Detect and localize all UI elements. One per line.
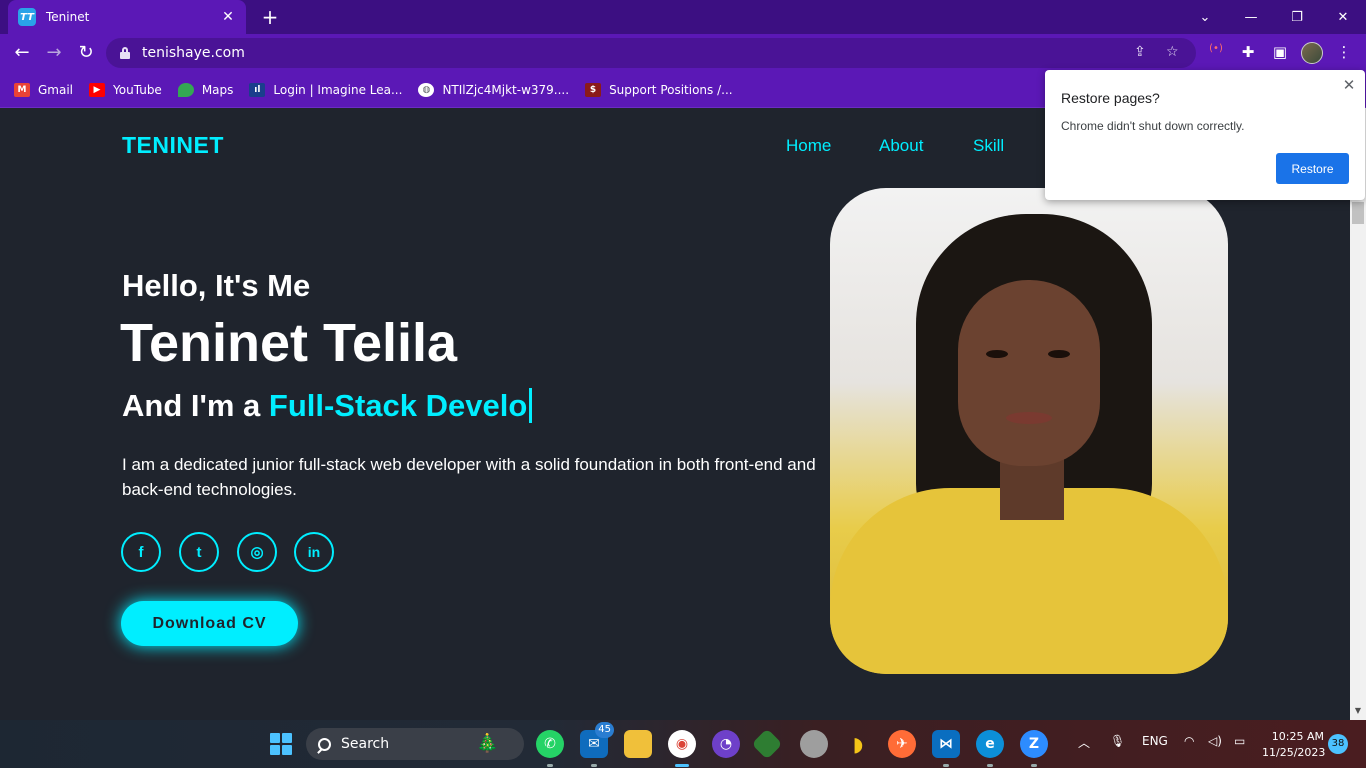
notification-badge[interactable]: 38: [1328, 734, 1348, 754]
new-tab-button[interactable]: +: [258, 5, 282, 29]
profile-photo: [830, 188, 1228, 674]
hero-bio: I am a dedicated junior full-stack web d…: [122, 455, 816, 499]
bookmark-support-positions[interactable]: $ Support Positions /...: [585, 82, 733, 97]
bookmark-ntilzjc[interactable]: ◍ NTIlZjc4Mjkt-w379....: [418, 82, 570, 97]
maps-icon: [177, 82, 194, 97]
tab-favicon-icon: TT: [18, 8, 36, 26]
dialog-title: Restore pages?: [1061, 90, 1160, 106]
hero-role: And I'm a Full-Stack Develo: [122, 388, 533, 424]
file-explorer-icon[interactable]: [624, 730, 652, 758]
back-icon[interactable]: ←: [10, 42, 34, 66]
twitter-icon[interactable]: t: [179, 532, 219, 572]
tab-teninet[interactable]: TT Teninet ✕: [8, 0, 246, 34]
clock-time: 10:25 AM: [1271, 730, 1324, 743]
app-icon[interactable]: [800, 730, 828, 758]
windows-taskbar: Search 🎄 ✆ ✉ 45 ◉ ◔ ◗ ✈ ⋈ e Z ︿ 🎙 ENG ◠ ◁…: [0, 720, 1366, 768]
forward-icon[interactable]: →: [42, 42, 66, 66]
bookmark-maps[interactable]: Maps: [177, 82, 234, 97]
mail-badge: 45: [595, 722, 614, 738]
language-indicator[interactable]: ENG: [1142, 734, 1168, 748]
close-window-button[interactable]: ✕: [1320, 0, 1366, 34]
restore-pages-dialog: Restore pages? Chrome didn't shut down c…: [1045, 70, 1365, 200]
chrome-icon[interactable]: ◉: [668, 730, 696, 758]
linkedin-icon[interactable]: in: [294, 532, 334, 572]
restore-button[interactable]: Restore: [1276, 153, 1349, 184]
bookmark-label: YouTube: [113, 82, 162, 97]
nav-about[interactable]: About: [879, 136, 923, 156]
whatsapp-icon[interactable]: ✆: [536, 730, 564, 758]
gmail-icon: M: [14, 82, 30, 97]
bookmark-youtube[interactable]: ▶ YouTube: [89, 82, 162, 97]
tab-strip: TT Teninet ✕ + ⌄ — ❐ ✕: [0, 0, 1366, 34]
dialog-message: Chrome didn't shut down correctly.: [1061, 119, 1245, 133]
vscode-icon[interactable]: ⋈: [932, 730, 960, 758]
hero-greeting: Hello, It's Me: [122, 268, 311, 303]
volume-icon[interactable]: ◁): [1208, 734, 1222, 748]
wifi-icon[interactable]: ◠: [1184, 734, 1194, 748]
extensions-puzzle-icon[interactable]: ✚: [1237, 43, 1259, 61]
role-prefix: And I'm a: [122, 388, 269, 423]
clock-date: 11/25/2023: [1262, 746, 1326, 759]
tab-title: Teninet: [46, 10, 90, 24]
role-typed-text: Full-Stack Develo: [268, 388, 533, 423]
battery-icon[interactable]: ▭: [1234, 734, 1245, 748]
close-icon[interactable]: ✕: [1339, 76, 1359, 96]
instagram-icon[interactable]: ◎: [237, 532, 277, 572]
github-icon[interactable]: ◔: [712, 730, 740, 758]
facebook-icon[interactable]: f: [121, 532, 161, 572]
url-text[interactable]: tenishaye.com: [142, 45, 245, 61]
microphone-icon[interactable]: 🎙: [1110, 734, 1125, 748]
cyberduck-icon[interactable]: ◗: [844, 730, 872, 758]
restore-window-button[interactable]: ❐: [1274, 0, 1320, 34]
chevron-up-icon[interactable]: ︿: [1078, 734, 1090, 751]
mail-icon[interactable]: ✉ 45: [580, 722, 614, 758]
tab-search-icon[interactable]: ⌄: [1182, 0, 1228, 34]
side-panel-icon[interactable]: ▣: [1269, 43, 1291, 61]
bookmark-label: Support Positions /...: [609, 82, 733, 97]
imagine-learning-icon: ıl: [249, 82, 266, 97]
nav-skill[interactable]: Skill: [973, 136, 1004, 156]
start-button[interactable]: [270, 733, 292, 755]
hero-name: Teninet Telila: [120, 313, 458, 373]
reload-icon[interactable]: ↻: [74, 42, 98, 66]
search-highlight-icon: 🎄: [476, 733, 499, 754]
bookmark-label: NTIlZjc4Mjkt-w379....: [442, 82, 570, 97]
search-label: Search: [341, 736, 390, 752]
tab-close-icon[interactable]: ✕: [220, 9, 236, 25]
bookmark-label: Gmail: [38, 82, 74, 97]
bookmark-label: Maps: [201, 82, 234, 97]
scroll-down-icon[interactable]: ▼: [1350, 704, 1366, 718]
share-icon[interactable]: ⇪: [1134, 44, 1146, 60]
postman-icon[interactable]: ✈: [888, 730, 916, 758]
download-cv-button[interactable]: Download CV: [121, 601, 298, 646]
scroll-thumb[interactable]: [1352, 202, 1364, 224]
bookmark-imagine-learning[interactable]: ıl Login | Imagine Lea...: [249, 82, 403, 97]
extension-icon[interactable]: (•): [1205, 43, 1227, 54]
minimize-button[interactable]: —: [1228, 0, 1274, 34]
youtube-icon: ▶: [89, 82, 106, 97]
taskbar-search[interactable]: Search 🎄: [306, 728, 524, 760]
bookmark-star-icon[interactable]: ☆: [1166, 44, 1179, 60]
browser-toolbar: ← → ↻ tenishaye.com ⇪ ☆ (•) ✚ ▣ ⋮: [0, 34, 1366, 72]
profile-avatar[interactable]: [1301, 42, 1323, 64]
site-logo[interactable]: TENINET: [122, 132, 224, 159]
globe-icon: ◍: [418, 82, 435, 97]
dollar-icon: $: [585, 82, 602, 97]
menu-kebab-icon[interactable]: ⋮: [1333, 43, 1355, 61]
bookmark-gmail[interactable]: M Gmail: [14, 82, 74, 97]
system-clock[interactable]: 10:25 AM 11/25/2023: [1262, 729, 1326, 761]
nav-home[interactable]: Home: [786, 136, 831, 156]
edge-icon[interactable]: e: [976, 730, 1004, 758]
address-bar[interactable]: tenishaye.com ⇪ ☆: [106, 38, 1196, 68]
search-icon: [318, 737, 331, 751]
zoom-icon[interactable]: Z: [1020, 730, 1048, 758]
lock-icon[interactable]: [120, 47, 130, 59]
git-icon[interactable]: [751, 728, 783, 760]
bookmark-label: Login | Imagine Lea...: [273, 82, 403, 97]
